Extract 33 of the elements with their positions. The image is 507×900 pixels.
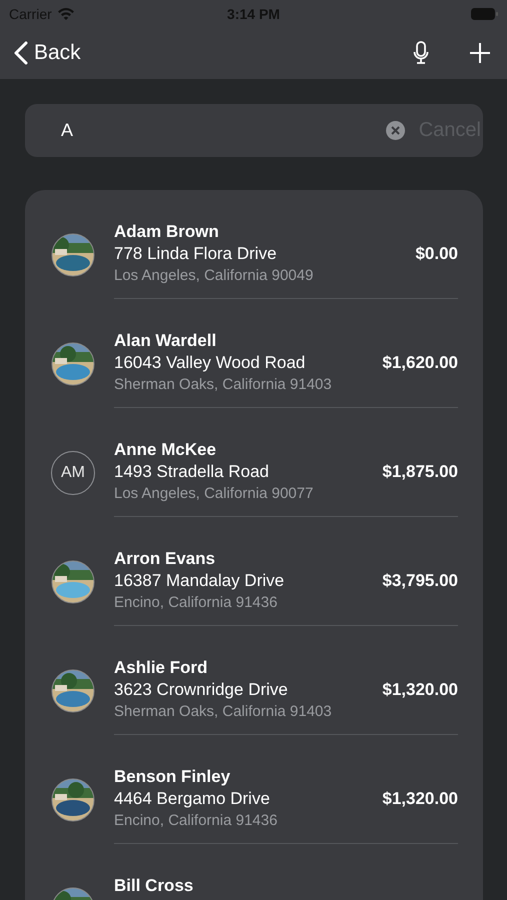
city-address: Encino, California 91436 [114,811,278,831]
customer-name[interactable]: Adam Brown [114,221,396,243]
street-address: 16387 Mandalay Drive [114,570,286,592]
street-address: 778 Linda Flora Drive [114,243,278,265]
customer-name[interactable]: Anne McKee [114,439,364,461]
balance-amount: $3,795.00 [382,571,458,591]
city-address: Los Angeles, California 90077 [114,484,314,504]
balance-amount: $1,320.00 [382,680,458,700]
balance-amount: $1,875.00 [382,462,458,482]
balance-amount: $1,320.00 [382,789,458,809]
customer-name[interactable]: Bill Cross [114,875,458,897]
city-address: Sherman Oaks, California 91403 [114,375,333,395]
balance-amount: $1,620.00 [382,353,458,373]
battery-icon [471,8,498,20]
initials-avatar: AM [51,451,95,495]
clear-icon[interactable] [386,121,405,140]
city-address: Los Angeles, California 90049 [114,266,314,286]
wifi-icon [56,7,75,20]
customer-name[interactable]: Arron Evans [114,548,364,570]
chevron-left-icon [14,41,28,65]
city-address: Sherman Oaks, California 91403 [114,702,333,722]
customer-name[interactable]: Ashlie Ford [114,657,364,679]
customer-name[interactable]: Alan Wardell [114,330,364,352]
street-address: 1493 Stradella Road [114,461,270,483]
balance-amount: $0.00 [415,244,458,264]
city-address: Encino, California 91436 [114,593,278,613]
microphone-icon[interactable] [413,41,429,65]
street-address: 3623 Crownridge Drive [114,679,289,701]
street-address: 4464 Bergamo Drive [114,788,271,810]
add-icon[interactable] [469,42,491,64]
customer-name[interactable]: Benson Finley [114,766,364,788]
street-address: 16043 Valley Wood Road [114,352,306,374]
back-button[interactable]: Back [14,41,81,65]
